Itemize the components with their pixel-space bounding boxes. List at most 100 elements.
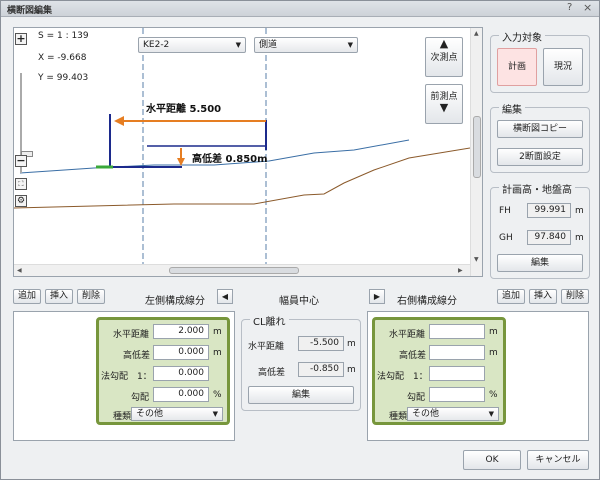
vertical-scrollbar[interactable]: ▲ ▼ — [470, 28, 482, 276]
cross-section-drawing: 水平距離 5.500 高低差 0.850m — [14, 28, 470, 264]
cl-h-dist-value: -5.500 — [298, 336, 344, 351]
heights-group-title: 計画高・地盤高 — [499, 181, 575, 196]
left-elev-label: 高低差 — [123, 351, 151, 361]
right-slope-input[interactable] — [429, 366, 485, 381]
insert-left-segment-button[interactable]: 挿入 — [45, 289, 73, 304]
width-center-title: 幅員中心 — [279, 296, 319, 307]
gh-unit: m — [575, 233, 584, 243]
y-readout: Y = 99.403 — [38, 73, 89, 83]
left-slope-label: 法勾配 1： — [101, 372, 152, 382]
cross-section-canvas[interactable]: 水平距離 5.500 高低差 0.850m S = 1 : 139 X = -9… — [13, 27, 483, 277]
fh-value: 99.991 — [527, 203, 571, 218]
input-target-title: 入力対象 — [499, 29, 545, 44]
add-right-segment-button[interactable]: 追加 — [497, 289, 525, 304]
fit-view-icon[interactable]: ⛶ — [15, 178, 27, 190]
elevation-diff-label: 高低差 0.850m — [192, 152, 268, 165]
horizontal-distance-label: 水平距離 5.500 — [145, 102, 221, 115]
heights-group: 計画高・地盤高 FH 99.991 m GH 97.840 m 編集 — [490, 181, 590, 279]
prev-station-button[interactable]: 前測点 ▼ — [425, 84, 463, 124]
cl-edit-button[interactable]: 編集 — [248, 386, 354, 404]
cl-elev-label: 高低差 — [258, 368, 286, 378]
right-h-dist-input[interactable] — [429, 324, 485, 339]
horizontal-distance-arrowhead — [114, 116, 124, 126]
right-segments-title: 右側構成線分 — [397, 296, 457, 307]
close-icon[interactable]: × — [583, 1, 592, 14]
left-grade-input[interactable]: 0.000 — [153, 387, 209, 402]
right-h-dist-unit: m — [489, 327, 498, 337]
x-readout: X = -9.668 — [38, 53, 87, 63]
horizontal-scrollbar[interactable]: ◀ ▶ — [14, 264, 470, 276]
left-h-dist-label: 水平距離 — [113, 330, 150, 340]
right-type-select[interactable]: その他 ▼ — [407, 407, 499, 421]
copy-cross-section-button[interactable]: 横断図コピー — [497, 120, 583, 138]
left-elev-unit: m — [213, 348, 222, 358]
left-arrow-button[interactable]: ◀ — [217, 289, 233, 304]
up-arrow-icon: ▲ — [439, 37, 449, 50]
cl-offset-title: CL離れ — [250, 313, 289, 328]
scroll-right-icon[interactable]: ▶ — [458, 267, 463, 274]
down-arrow-icon: ▼ — [439, 101, 449, 114]
edit-group: 編集 横断図コピー 2断面設定 — [490, 101, 590, 173]
left-segments-title: 左側構成線分 — [145, 296, 205, 307]
cl-elev-value: -0.850 — [298, 362, 344, 377]
left-h-dist-unit: m — [213, 327, 222, 337]
current-toggle-button[interactable]: 現況 — [543, 48, 583, 86]
left-elev-input[interactable]: 0.000 — [153, 345, 209, 360]
heights-edit-button[interactable]: 編集 — [497, 254, 583, 272]
gh-value: 97.840 — [527, 230, 571, 245]
side-dropdown[interactable]: 側道 ▼ — [254, 37, 358, 53]
zoom-out-button[interactable]: − — [15, 155, 27, 167]
left-slope-input[interactable]: 0.000 — [153, 366, 209, 381]
two-section-settings-button[interactable]: 2断面設定 — [497, 148, 583, 166]
right-segment-editor: 水平距離 m 高低差 m 法勾配 1： 勾配 % 種類 その他 ▼ — [372, 317, 506, 425]
right-slope-label: 法勾配 1： — [377, 372, 428, 382]
insert-right-segment-button[interactable]: 挿入 — [529, 289, 557, 304]
right-arrow-button[interactable]: ▶ — [369, 289, 385, 304]
input-target-group: 入力対象 計画 現況 — [490, 29, 590, 93]
right-grade-label: 勾配 — [407, 393, 426, 403]
cl-h-dist-label: 水平距離 — [248, 342, 285, 352]
cancel-button[interactable]: キャンセル — [527, 450, 589, 470]
right-h-dist-label: 水平距離 — [389, 330, 426, 340]
scroll-up-icon[interactable]: ▲ — [474, 30, 479, 37]
right-elev-input[interactable] — [429, 345, 485, 360]
horizontal-scroll-thumb[interactable] — [169, 267, 299, 274]
vertical-scroll-thumb[interactable] — [473, 116, 481, 178]
zoom-in-button[interactable]: + — [15, 33, 27, 45]
left-segment-panel: 水平距離 2.000 m 高低差 0.000 m 法勾配 1： 0.000 勾配… — [13, 311, 235, 441]
right-type-label: 種類 — [389, 412, 408, 422]
next-station-button[interactable]: ▲ 次測点 — [425, 37, 463, 77]
ok-button[interactable]: OK — [463, 450, 521, 470]
left-type-label: 種類 — [113, 412, 132, 422]
right-grade-unit: % — [489, 390, 498, 400]
left-h-dist-input[interactable]: 2.000 — [153, 324, 209, 339]
plan-toggle-button[interactable]: 計画 — [497, 48, 537, 86]
right-grade-input[interactable] — [429, 387, 485, 402]
settings-gear-icon[interactable]: ⚙ — [15, 195, 27, 207]
cross-section-editor-window: 横断図編集 ? × 水平距離 5.500 高低差 0.850m S = 1 : … — [0, 0, 600, 480]
cl-elev-unit: m — [347, 365, 356, 375]
scroll-left-icon[interactable]: ◀ — [17, 267, 22, 274]
left-grade-unit: % — [213, 390, 222, 400]
left-type-select[interactable]: その他 ▼ — [131, 407, 223, 421]
gh-label: GH — [499, 233, 513, 243]
add-left-segment-button[interactable]: 追加 — [13, 289, 41, 304]
scroll-down-icon[interactable]: ▼ — [474, 256, 479, 263]
left-segment-editor: 水平距離 2.000 m 高低差 0.000 m 法勾配 1： 0.000 勾配… — [96, 317, 230, 425]
fh-label: FH — [499, 206, 511, 216]
fh-unit: m — [575, 206, 584, 216]
window-title: 横断図編集 — [7, 6, 53, 16]
right-elev-unit: m — [489, 348, 498, 358]
scale-readout: S = 1 : 139 — [38, 31, 89, 41]
cl-h-dist-unit: m — [347, 339, 356, 349]
delete-right-segment-button[interactable]: 削除 — [561, 289, 589, 304]
help-icon[interactable]: ? — [567, 2, 572, 13]
right-segment-panel: 水平距離 m 高低差 m 法勾配 1： 勾配 % 種類 その他 ▼ — [367, 311, 589, 441]
right-elev-label: 高低差 — [399, 351, 427, 361]
station-dropdown[interactable]: KE2-2 ▼ — [138, 37, 246, 53]
delete-left-segment-button[interactable]: 削除 — [77, 289, 105, 304]
left-grade-label: 勾配 — [131, 393, 150, 403]
cl-offset-group: CL離れ 水平距離 -5.500 m 高低差 -0.850 m 編集 — [241, 313, 361, 411]
edit-group-title: 編集 — [499, 101, 525, 116]
title-bar: 横断図編集 ? × — [1, 1, 599, 17]
